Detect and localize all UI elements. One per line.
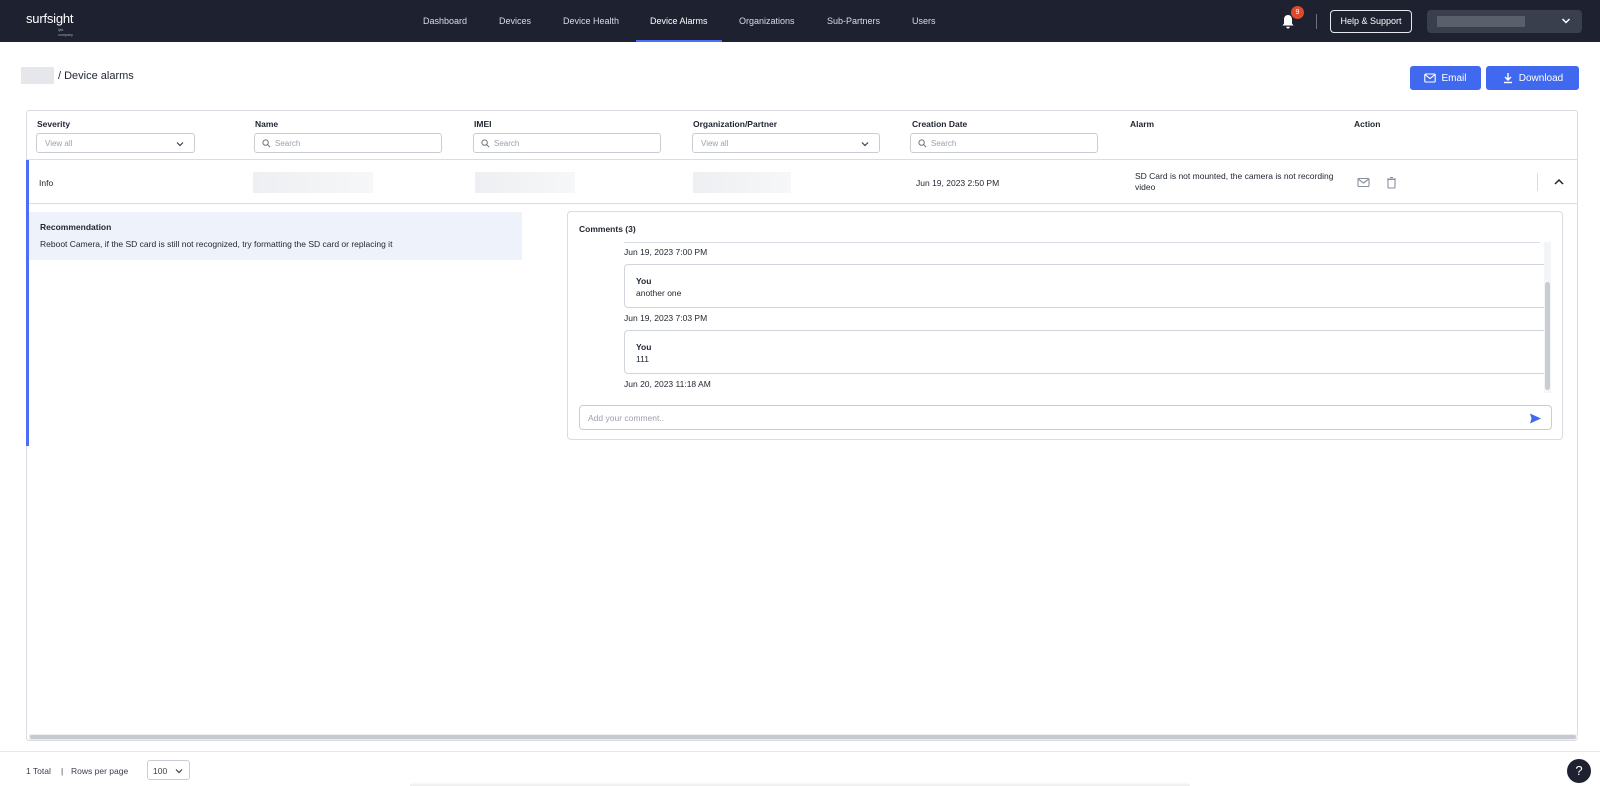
comment-input[interactable] <box>588 410 1508 425</box>
chevron-down-icon <box>175 769 183 774</box>
total-count: 1 Total <box>26 766 51 776</box>
comment-text: 111 <box>636 354 649 364</box>
comment-author: You <box>636 276 652 286</box>
rows-per-page-label: Rows per page <box>71 766 129 776</box>
imei-search-placeholder: Search <box>494 139 520 148</box>
email-button[interactable]: Email <box>1410 66 1481 90</box>
search-icon <box>481 139 490 148</box>
email-button-label: Email <box>1441 72 1467 84</box>
creation-date-search-placeholder: Search <box>931 139 957 148</box>
column-header-name[interactable]: Name <box>255 119 278 129</box>
search-icon <box>918 139 927 148</box>
logo-text: surfsight <box>26 11 74 26</box>
recommendation-text: Reboot Camera, if the SD card is still n… <box>40 239 393 249</box>
name-search-input[interactable]: Search <box>254 133 442 153</box>
chevron-up-icon[interactable] <box>1553 176 1565 188</box>
nav-devices[interactable]: Devices <box>499 0 531 42</box>
chevron-down-icon <box>1561 18 1571 24</box>
organization-filter-select[interactable]: View all <box>692 133 880 153</box>
comment-bubble: You 111 <box>624 330 1547 374</box>
user-account-menu[interactable] <box>1427 10 1582 33</box>
organization-filter-value: View all <box>701 139 729 148</box>
row-creation-date: Jun 19, 2023 2:50 PM <box>916 178 1000 188</box>
trash-icon[interactable] <box>1385 176 1398 189</box>
comment-list[interactable]: Jun 19, 2023 7:00 PM You another one Jun… <box>579 242 1547 393</box>
comment-timestamp: Jun 20, 2023 11:18 AM <box>624 379 711 389</box>
footer-divider <box>0 751 1600 752</box>
chevron-down-icon <box>176 142 184 147</box>
rows-per-page-value: 100 <box>153 766 168 776</box>
breadcrumb-root-redacted[interactable] <box>21 67 54 84</box>
header-divider <box>27 159 1577 160</box>
top-navigation-bar: surfsight lytx company Dashboard Devices… <box>0 0 1600 42</box>
column-header-alarm: Alarm <box>1130 119 1155 129</box>
recommendation-title: Recommendation <box>40 222 112 232</box>
download-button[interactable]: Download <box>1486 66 1579 90</box>
column-header-creation-date[interactable]: Creation Date <box>912 119 967 129</box>
creation-date-search-input[interactable]: Search <box>910 133 1098 153</box>
imei-search-input[interactable]: Search <box>473 133 661 153</box>
severity-filter-value: View all <box>45 139 73 148</box>
nav-organizations[interactable]: Organizations <box>739 0 795 42</box>
comment-text: another one <box>636 288 682 298</box>
comment-bubble: You another one <box>624 264 1547 308</box>
nav-sub-partners[interactable]: Sub-Partners <box>827 0 880 42</box>
column-header-action: Action <box>1354 119 1381 129</box>
row-divider <box>29 203 1577 204</box>
logo-subtext: lytx company <box>58 27 73 37</box>
table-horizontal-scrollbar[interactable] <box>29 734 1578 740</box>
severity-filter-select[interactable]: View all <box>36 133 195 153</box>
comment-timestamp: Jun 19, 2023 7:03 PM <box>624 313 708 323</box>
nav-device-alarms[interactable]: Device Alarms <box>636 0 721 42</box>
table-horizontal-scrollbar-thumb[interactable] <box>30 735 1576 739</box>
nav-device-health[interactable]: Device Health <box>563 0 619 42</box>
row-alarm-description: SD Card is not mounted, the camera is no… <box>1135 171 1334 192</box>
rows-per-page-select[interactable]: 100 <box>147 760 190 780</box>
nav-users[interactable]: Users <box>912 0 936 42</box>
row-severity: Info <box>39 178 54 188</box>
email-action-icon[interactable] <box>1357 176 1370 189</box>
recommendation-panel: Recommendation Reboot Camera, if the SD … <box>29 212 522 260</box>
send-icon[interactable] <box>1529 412 1542 425</box>
column-header-severity[interactable]: Severity <box>37 119 70 129</box>
comment-input-box[interactable] <box>579 405 1552 430</box>
surfsight-logo[interactable]: surfsight lytx company <box>26 11 74 37</box>
name-search-placeholder: Search <box>275 139 301 148</box>
envelope-icon <box>1424 73 1437 83</box>
bottom-overlay-shadow <box>410 782 1190 786</box>
chevron-down-icon <box>861 142 869 147</box>
breadcrumb-current: / Device alarms <box>58 70 134 82</box>
download-button-label: Download <box>1518 72 1564 84</box>
comments-scrollbar[interactable] <box>1544 242 1551 393</box>
user-name-redacted <box>1437 16 1525 27</box>
help-question-button[interactable]: ? <box>1567 759 1591 783</box>
search-icon <box>262 139 271 148</box>
notification-count-badge: 9 <box>1291 6 1304 19</box>
nav-dashboard[interactable]: Dashboard <box>423 0 467 42</box>
comments-scrollbar-thumb[interactable] <box>1545 282 1550 390</box>
row-organization-redacted <box>693 172 791 193</box>
comment-timestamp: Jun 19, 2023 7:00 PM <box>624 247 708 257</box>
row-action-divider <box>1537 173 1538 191</box>
help-support-button[interactable]: Help & Support <box>1330 10 1412 33</box>
comment-list-top-divider <box>624 242 1540 243</box>
comment-author: You <box>636 342 652 352</box>
column-header-imei[interactable]: IMEI <box>474 119 491 129</box>
nav-divider <box>1316 14 1317 29</box>
row-name-redacted <box>253 172 373 193</box>
row-imei-redacted <box>475 172 575 193</box>
footer-separator: | <box>61 766 64 776</box>
column-header-organization[interactable]: Organization/Partner <box>693 119 777 129</box>
comments-title: Comments (3) <box>579 224 636 234</box>
download-icon <box>1503 73 1512 84</box>
comments-panel: Comments (3) Jun 19, 2023 7:00 PM You an… <box>567 211 1563 440</box>
